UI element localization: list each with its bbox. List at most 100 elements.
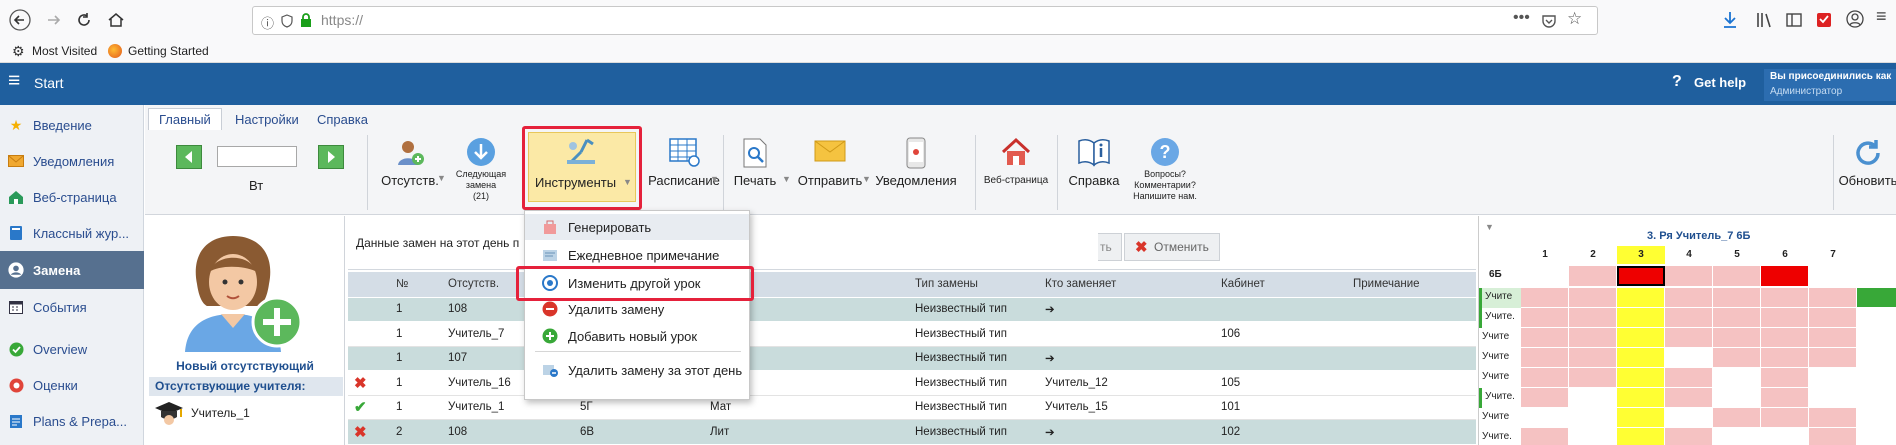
- timetable-cell[interactable]: [1809, 348, 1857, 367]
- timetable-cell[interactable]: [1617, 408, 1665, 427]
- timetable-cell[interactable]: [1617, 266, 1665, 286]
- tab-help[interactable]: Справка: [307, 108, 378, 130]
- timetable-cell[interactable]: [1521, 408, 1569, 427]
- timetable-cell[interactable]: [1665, 348, 1713, 367]
- dropdown-arrow-icon[interactable]: ▼: [437, 173, 446, 183]
- info-icon[interactable]: ⓘ: [261, 13, 274, 32]
- timetable-cell[interactable]: [1569, 328, 1617, 347]
- nav-item-events[interactable]: События: [0, 289, 144, 325]
- notifications-button[interactable]: Уведомления: [873, 137, 959, 188]
- menu-icon[interactable]: ≡: [1876, 6, 1887, 27]
- bookmark-getting-started[interactable]: Getting Started: [128, 44, 209, 58]
- timetable-cell[interactable]: [1761, 388, 1809, 407]
- timetable-cell[interactable]: [1665, 266, 1713, 286]
- table-row[interactable]: ✔ 1 Учитель_1 5Г Мат Неизвестный тип Учи…: [348, 395, 1476, 420]
- timetable-cell[interactable]: [1569, 266, 1617, 286]
- dropdown-arrow-icon[interactable]: ▼: [782, 174, 791, 184]
- refresh-button[interactable]: Обновить: [1833, 137, 1896, 188]
- timetable-cell[interactable]: [1617, 308, 1665, 327]
- menu-item-daily-note[interactable]: Ежедневное примечание: [525, 242, 749, 268]
- reload-button[interactable]: [68, 4, 100, 36]
- timetable-cell[interactable]: [1617, 368, 1665, 387]
- timetable-cell[interactable]: [1809, 388, 1857, 407]
- webpage-button[interactable]: Веб-страница: [979, 137, 1053, 186]
- timetable-cell[interactable]: [1713, 408, 1761, 427]
- timetable-cell[interactable]: [1809, 368, 1857, 387]
- timetable-cell[interactable]: [1713, 308, 1761, 327]
- timetable-cell[interactable]: [1569, 288, 1617, 307]
- timetable-cell[interactable]: [1713, 348, 1761, 367]
- send-button[interactable]: Отправить: [795, 137, 865, 188]
- page-actions-icon[interactable]: •••: [1513, 9, 1530, 27]
- timetable-cell[interactable]: [1761, 288, 1809, 307]
- user-box[interactable]: Вы присоединились как Администратор: [1764, 69, 1896, 101]
- bookmark-star-icon[interactable]: ☆: [1567, 9, 1582, 29]
- timetable-cell[interactable]: [1761, 266, 1809, 286]
- partial-button[interactable]: ть: [1098, 233, 1122, 261]
- table-row[interactable]: 1 107 Неизвестный тип ➔: [348, 346, 1476, 371]
- timetable-cell[interactable]: [1713, 288, 1761, 307]
- nav-item-notifications[interactable]: Уведомления: [0, 143, 144, 179]
- nav-item-overview[interactable]: Overview: [0, 331, 144, 367]
- timetable-cell[interactable]: [1665, 368, 1713, 387]
- timetable-cell[interactable]: [1713, 368, 1761, 387]
- timetable-cell[interactable]: [1713, 428, 1761, 445]
- timetable-cell[interactable]: [1809, 266, 1857, 286]
- timetable-cell[interactable]: [1809, 288, 1857, 307]
- timetable-cell[interactable]: [1761, 428, 1809, 445]
- timetable-cell[interactable]: [1809, 428, 1857, 445]
- timetable-cell[interactable]: [1521, 368, 1569, 387]
- nav-item-intro[interactable]: ★ Введение: [0, 107, 144, 143]
- prev-day-button[interactable]: [176, 145, 202, 169]
- timetable-cell[interactable]: [1665, 428, 1713, 445]
- timetable-cell[interactable]: [1809, 408, 1857, 427]
- timetable-cell[interactable]: [1569, 428, 1617, 445]
- tab-settings[interactable]: Настройки: [225, 108, 309, 130]
- absences-button[interactable]: Отсутств.: [377, 137, 443, 188]
- timetable-cell[interactable]: [1761, 348, 1809, 367]
- sidebar-icon[interactable]: [1786, 12, 1802, 28]
- timetable-cell[interactable]: [1761, 408, 1809, 427]
- timetable-cell[interactable]: [1761, 328, 1809, 347]
- start-link[interactable]: Start: [34, 75, 64, 91]
- pocket-icon[interactable]: [1541, 13, 1557, 29]
- timetable-cell[interactable]: [1521, 388, 1569, 407]
- timetable-cell[interactable]: [1569, 368, 1617, 387]
- timetable-cell[interactable]: [1617, 328, 1665, 347]
- timetable-cell[interactable]: [1521, 266, 1569, 286]
- collapse-arrow-icon[interactable]: ▼: [1485, 222, 1494, 232]
- timetable-cell[interactable]: [1857, 266, 1896, 286]
- table-row[interactable]: ✖ 1 Учитель_16 Неизвестный тип Учитель_1…: [348, 370, 1476, 396]
- timetable-cell[interactable]: [1521, 308, 1569, 327]
- table-row[interactable]: 1 Учитель_7 Неизвестный тип 106: [348, 321, 1476, 347]
- timetable-cell[interactable]: [1617, 288, 1665, 307]
- timetable-cell[interactable]: [1809, 328, 1857, 347]
- shield-icon[interactable]: [281, 14, 293, 28]
- timetable-cell[interactable]: [1713, 328, 1761, 347]
- menu-item-delete-day[interactable]: Удалить замену за этот день: [525, 357, 749, 383]
- extension-icon[interactable]: [1816, 11, 1832, 28]
- bookmark-most-visited[interactable]: Most Visited: [32, 44, 97, 58]
- table-row[interactable]: ✖ 2 108 6В Лит Неизвестный тип ➔ 102: [348, 419, 1476, 445]
- timetable-cell[interactable]: [1665, 328, 1713, 347]
- timetable-cell[interactable]: [1521, 348, 1569, 367]
- timetable-cell[interactable]: [1761, 368, 1809, 387]
- next-substitution-button[interactable]: Следующая замена (21): [449, 137, 513, 202]
- timetable-cell[interactable]: [1617, 428, 1665, 445]
- timetable-cell[interactable]: [1617, 348, 1665, 367]
- timetable-cell[interactable]: [1665, 288, 1713, 307]
- timetable-cell[interactable]: [1761, 308, 1809, 327]
- download-icon[interactable]: [1722, 11, 1738, 29]
- new-absent-button[interactable]: [175, 228, 307, 356]
- print-button[interactable]: Печать: [725, 137, 785, 188]
- timetable-cell[interactable]: [1665, 388, 1713, 407]
- cancel-button[interactable]: ✖ Отменить: [1124, 233, 1220, 261]
- url-bar[interactable]: ⓘ https:// ••• ☆: [252, 6, 1598, 35]
- nav-item-plans[interactable]: Plans & Prepa...: [0, 403, 144, 439]
- nav-item-classbook[interactable]: Классный жур...: [0, 215, 144, 251]
- library-icon[interactable]: [1756, 12, 1774, 28]
- help-button[interactable]: Справка: [1065, 137, 1123, 188]
- date-input[interactable]: [217, 146, 297, 167]
- url-text[interactable]: https://: [321, 12, 363, 28]
- back-button[interactable]: [4, 4, 36, 36]
